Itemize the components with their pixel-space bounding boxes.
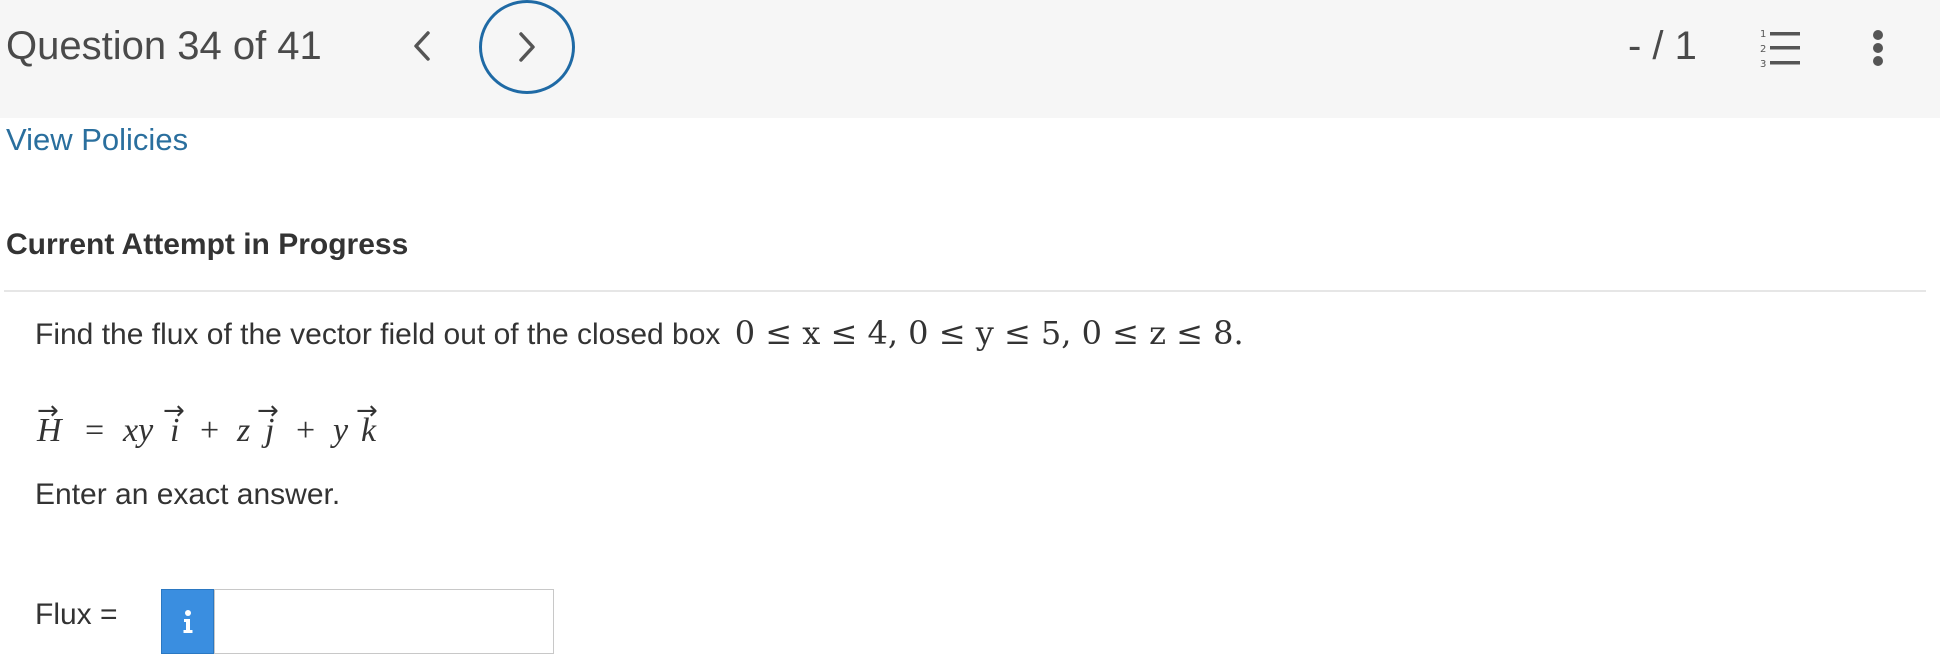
question-prompt: Find the flux of the vector field out of… [35,314,1244,352]
svg-text:3: 3 [1760,59,1766,70]
svg-text:1: 1 [1760,29,1766,40]
plus-sign: + [200,412,220,449]
answer-instruction: Enter an exact answer. [35,478,341,511]
prompt-text: Find the flux of the vector field out of… [35,318,721,351]
more-options-button[interactable] [1860,24,1896,72]
plus-sign: + [296,412,316,449]
attempt-heading: Current Attempt in Progress [6,228,409,261]
flux-label: Flux = [35,598,118,631]
field-name: H [37,412,62,449]
unit-vector-k: k [361,412,377,449]
previous-question-button[interactable] [398,22,446,70]
question-list-button[interactable]: 1 2 3 [1756,26,1804,70]
equals-sign: = [85,412,105,449]
k-coefficient: y [333,412,349,449]
box-bounds: 0 ≤ x ≤ 4, 0 ≤ y ≤ 5, 0 ≤ z ≤ 8. [734,314,1244,352]
svg-text:2: 2 [1760,44,1766,55]
section-divider [4,290,1926,292]
question-counter: Question 34 of 41 [6,24,322,68]
unit-vector-j: j [265,412,275,449]
question-header: Question 34 of 41 - / 1 1 2 3 [0,0,1940,118]
vertical-ellipsis-icon [1873,30,1883,40]
view-policies-link[interactable]: View Policies [6,122,188,158]
chevron-left-icon [414,31,430,61]
numbered-list-icon: 1 2 3 [1760,29,1800,70]
unit-vector-i: i [170,412,180,449]
flux-answer-input[interactable] [214,589,554,654]
info-icon [183,609,192,633]
math-info-button[interactable] [161,589,214,654]
question-panel [4,118,1926,668]
chevron-right-icon [519,32,535,62]
next-question-button[interactable] [479,0,575,94]
j-coefficient: z [237,412,251,449]
i-coefficient: xy [123,412,154,449]
score-display: - / 1 [1628,24,1697,68]
